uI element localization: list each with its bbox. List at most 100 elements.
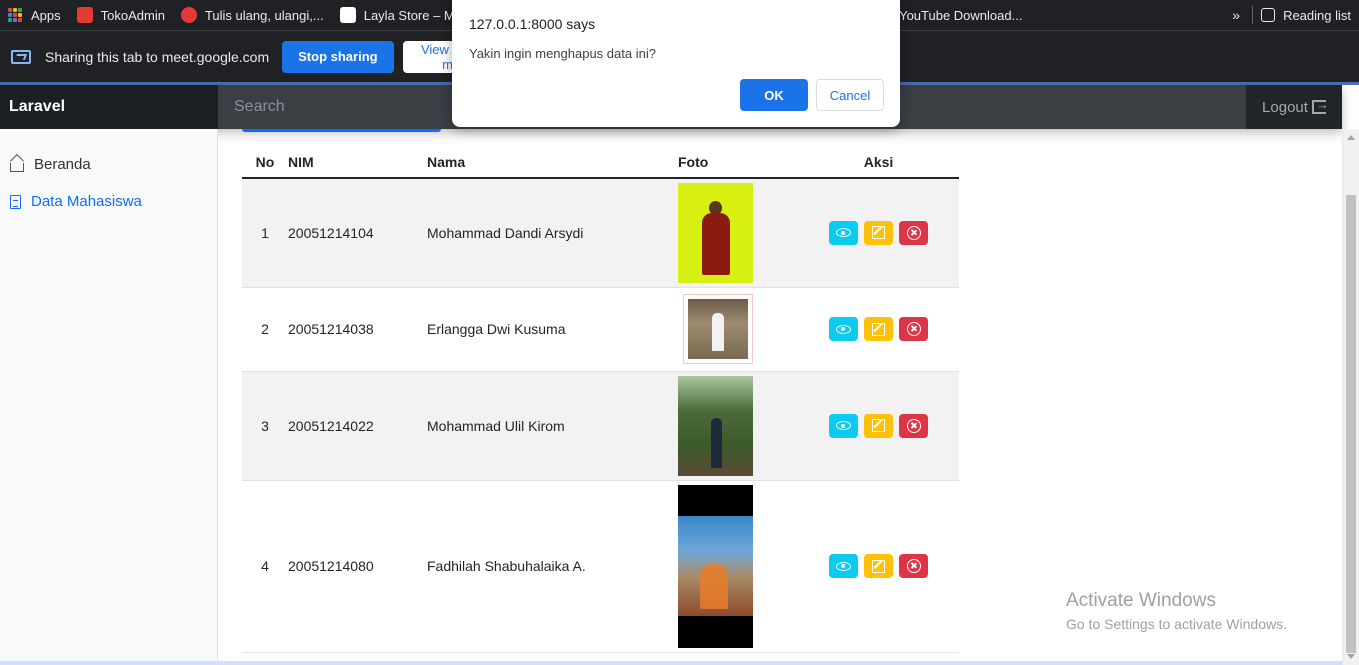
student-photo [678, 182, 753, 283]
cell-nama: Mohammad Dandi Arsydi [427, 178, 678, 288]
student-photo [683, 294, 753, 364]
eye-icon [836, 228, 851, 238]
stop-sharing-button[interactable]: Stop sharing [282, 40, 394, 73]
x-circle-icon [906, 322, 921, 336]
reading-list-label: Reading list [1283, 7, 1351, 23]
cell-aksi [798, 371, 959, 481]
eye-icon [836, 324, 851, 334]
sidebar-item-label: Beranda [34, 156, 91, 173]
screen-share-icon [11, 49, 31, 64]
ok-button[interactable]: OK [740, 79, 808, 111]
delete-button[interactable] [899, 554, 928, 578]
eye-icon [836, 561, 851, 571]
cell-foto [678, 480, 798, 653]
bookmark-label: TokoAdmin [100, 7, 165, 23]
bookmark-tokoadmin[interactable]: TokoAdmin [69, 0, 173, 30]
cell-no: 2 [242, 287, 288, 372]
cell-nim: 20051214080 [288, 480, 427, 653]
quillbot-favicon [180, 7, 197, 23]
layla-favicon [339, 7, 356, 23]
view-button[interactable] [829, 220, 858, 245]
cell-nim: 20051214104 [288, 178, 427, 288]
bookmark-label: Tulis ulang, ulangi,... [204, 7, 324, 23]
edit-button[interactable] [864, 413, 893, 438]
add-data-button[interactable] [242, 129, 441, 132]
table-row: 2 20051214038 Erlangga Dwi Kusuma [242, 287, 959, 372]
edit-icon [872, 322, 885, 336]
cell-nama: Mohammad Ulil Kirom [427, 371, 678, 481]
cell-foto [678, 287, 798, 372]
column-header-nama: Nama [427, 147, 678, 179]
delete-button[interactable] [899, 220, 928, 245]
watermark-title: Activate Windows [1066, 590, 1216, 611]
cell-nama: Fadhilah Shabuhalaika A. [427, 480, 678, 653]
table-row: 3 20051214022 Mohammad Ulil Kirom [242, 371, 959, 481]
delete-button[interactable] [899, 317, 928, 341]
x-circle-icon [906, 225, 921, 240]
x-circle-icon [906, 418, 921, 433]
edit-button[interactable] [864, 220, 893, 245]
bookmark-apps[interactable]: Apps [0, 0, 69, 30]
eye-icon [836, 421, 851, 430]
watermark-subtitle: Go to Settings to activate Windows. [1066, 616, 1287, 632]
document-icon [10, 194, 21, 209]
column-header-aksi: Aksi [798, 147, 959, 179]
bookmark-quillbot[interactable]: Tulis ulang, ulangi,... [173, 0, 332, 30]
column-header-nim: NIM [288, 147, 427, 179]
sidebar-item-data-mahasiswa[interactable]: Data Mahasiswa [0, 183, 217, 220]
x-circle-icon [906, 559, 921, 573]
view-button[interactable] [829, 413, 858, 438]
cell-aksi [798, 178, 959, 288]
logout-button[interactable]: Logout [1246, 85, 1342, 129]
logout-icon [1311, 97, 1329, 114]
scroll-up-icon[interactable] [1347, 135, 1355, 140]
sidebar-item-label: Data Mahasiswa [31, 193, 142, 210]
cell-no: 3 [242, 371, 288, 481]
window-border [0, 661, 1342, 665]
activate-windows-watermark: Activate Windows Go to Settings to activ… [1066, 590, 1287, 632]
delete-button[interactable] [899, 413, 928, 438]
reading-list-icon [1261, 8, 1276, 22]
table-row: 4 20051214080 Fadhilah Shabuhalaika A. [242, 480, 959, 653]
cell-aksi [798, 287, 959, 372]
cell-aksi [798, 480, 959, 653]
more-bookmarks-icon[interactable]: » [1220, 7, 1252, 23]
logout-label: Logout [1262, 98, 1308, 116]
edit-button[interactable] [864, 554, 893, 578]
edit-button[interactable] [864, 317, 893, 341]
column-header-no: No [242, 147, 288, 179]
sharing-text: Sharing this tab to meet.google.com [45, 48, 270, 65]
cell-no: 4 [242, 480, 288, 653]
student-photo [678, 375, 753, 476]
cell-foto [678, 371, 798, 481]
mahasiswa-table: No NIM Nama Foto Aksi 1 20051214104 Moha… [242, 147, 959, 653]
table-row: 1 20051214104 Mohammad Dandi Arsydi [242, 178, 959, 288]
column-header-foto: Foto [678, 147, 798, 179]
sidebar: Beranda Data Mahasiswa [0, 129, 218, 665]
table-header-row: No NIM Nama Foto Aksi [242, 147, 959, 179]
cell-nama: Erlangga Dwi Kusuma [427, 287, 678, 372]
edit-icon [872, 226, 885, 240]
brand-logo[interactable]: Laravel [0, 85, 218, 129]
cancel-button[interactable]: Cancel [816, 79, 884, 111]
edit-icon [872, 559, 885, 573]
bookmark-label: YouTube Download... [899, 7, 1023, 23]
view-button[interactable] [829, 317, 858, 341]
bookmark-label: Apps [31, 7, 61, 23]
confirm-dialog: 127.0.0.1:8000 says Yakin ingin menghapu… [452, 0, 900, 127]
tokoadmin-favicon [76, 7, 93, 23]
sidebar-item-beranda[interactable]: Beranda [0, 146, 217, 183]
scroll-down-icon[interactable] [1347, 654, 1355, 659]
view-button[interactable] [829, 554, 858, 578]
page-scrollbar[interactable] [1342, 129, 1359, 665]
home-icon [10, 162, 24, 172]
cell-nim: 20051214038 [288, 287, 427, 372]
reading-list-button[interactable]: Reading list [1253, 0, 1359, 30]
apps-grid-icon [8, 8, 22, 22]
student-photo [678, 484, 753, 648]
dialog-message: Yakin ingin menghapus data ini? [469, 46, 656, 61]
edit-icon [872, 419, 885, 432]
dialog-title: 127.0.0.1:8000 says [469, 16, 596, 32]
cell-foto [678, 178, 798, 288]
scroll-thumb[interactable] [1346, 195, 1356, 653]
